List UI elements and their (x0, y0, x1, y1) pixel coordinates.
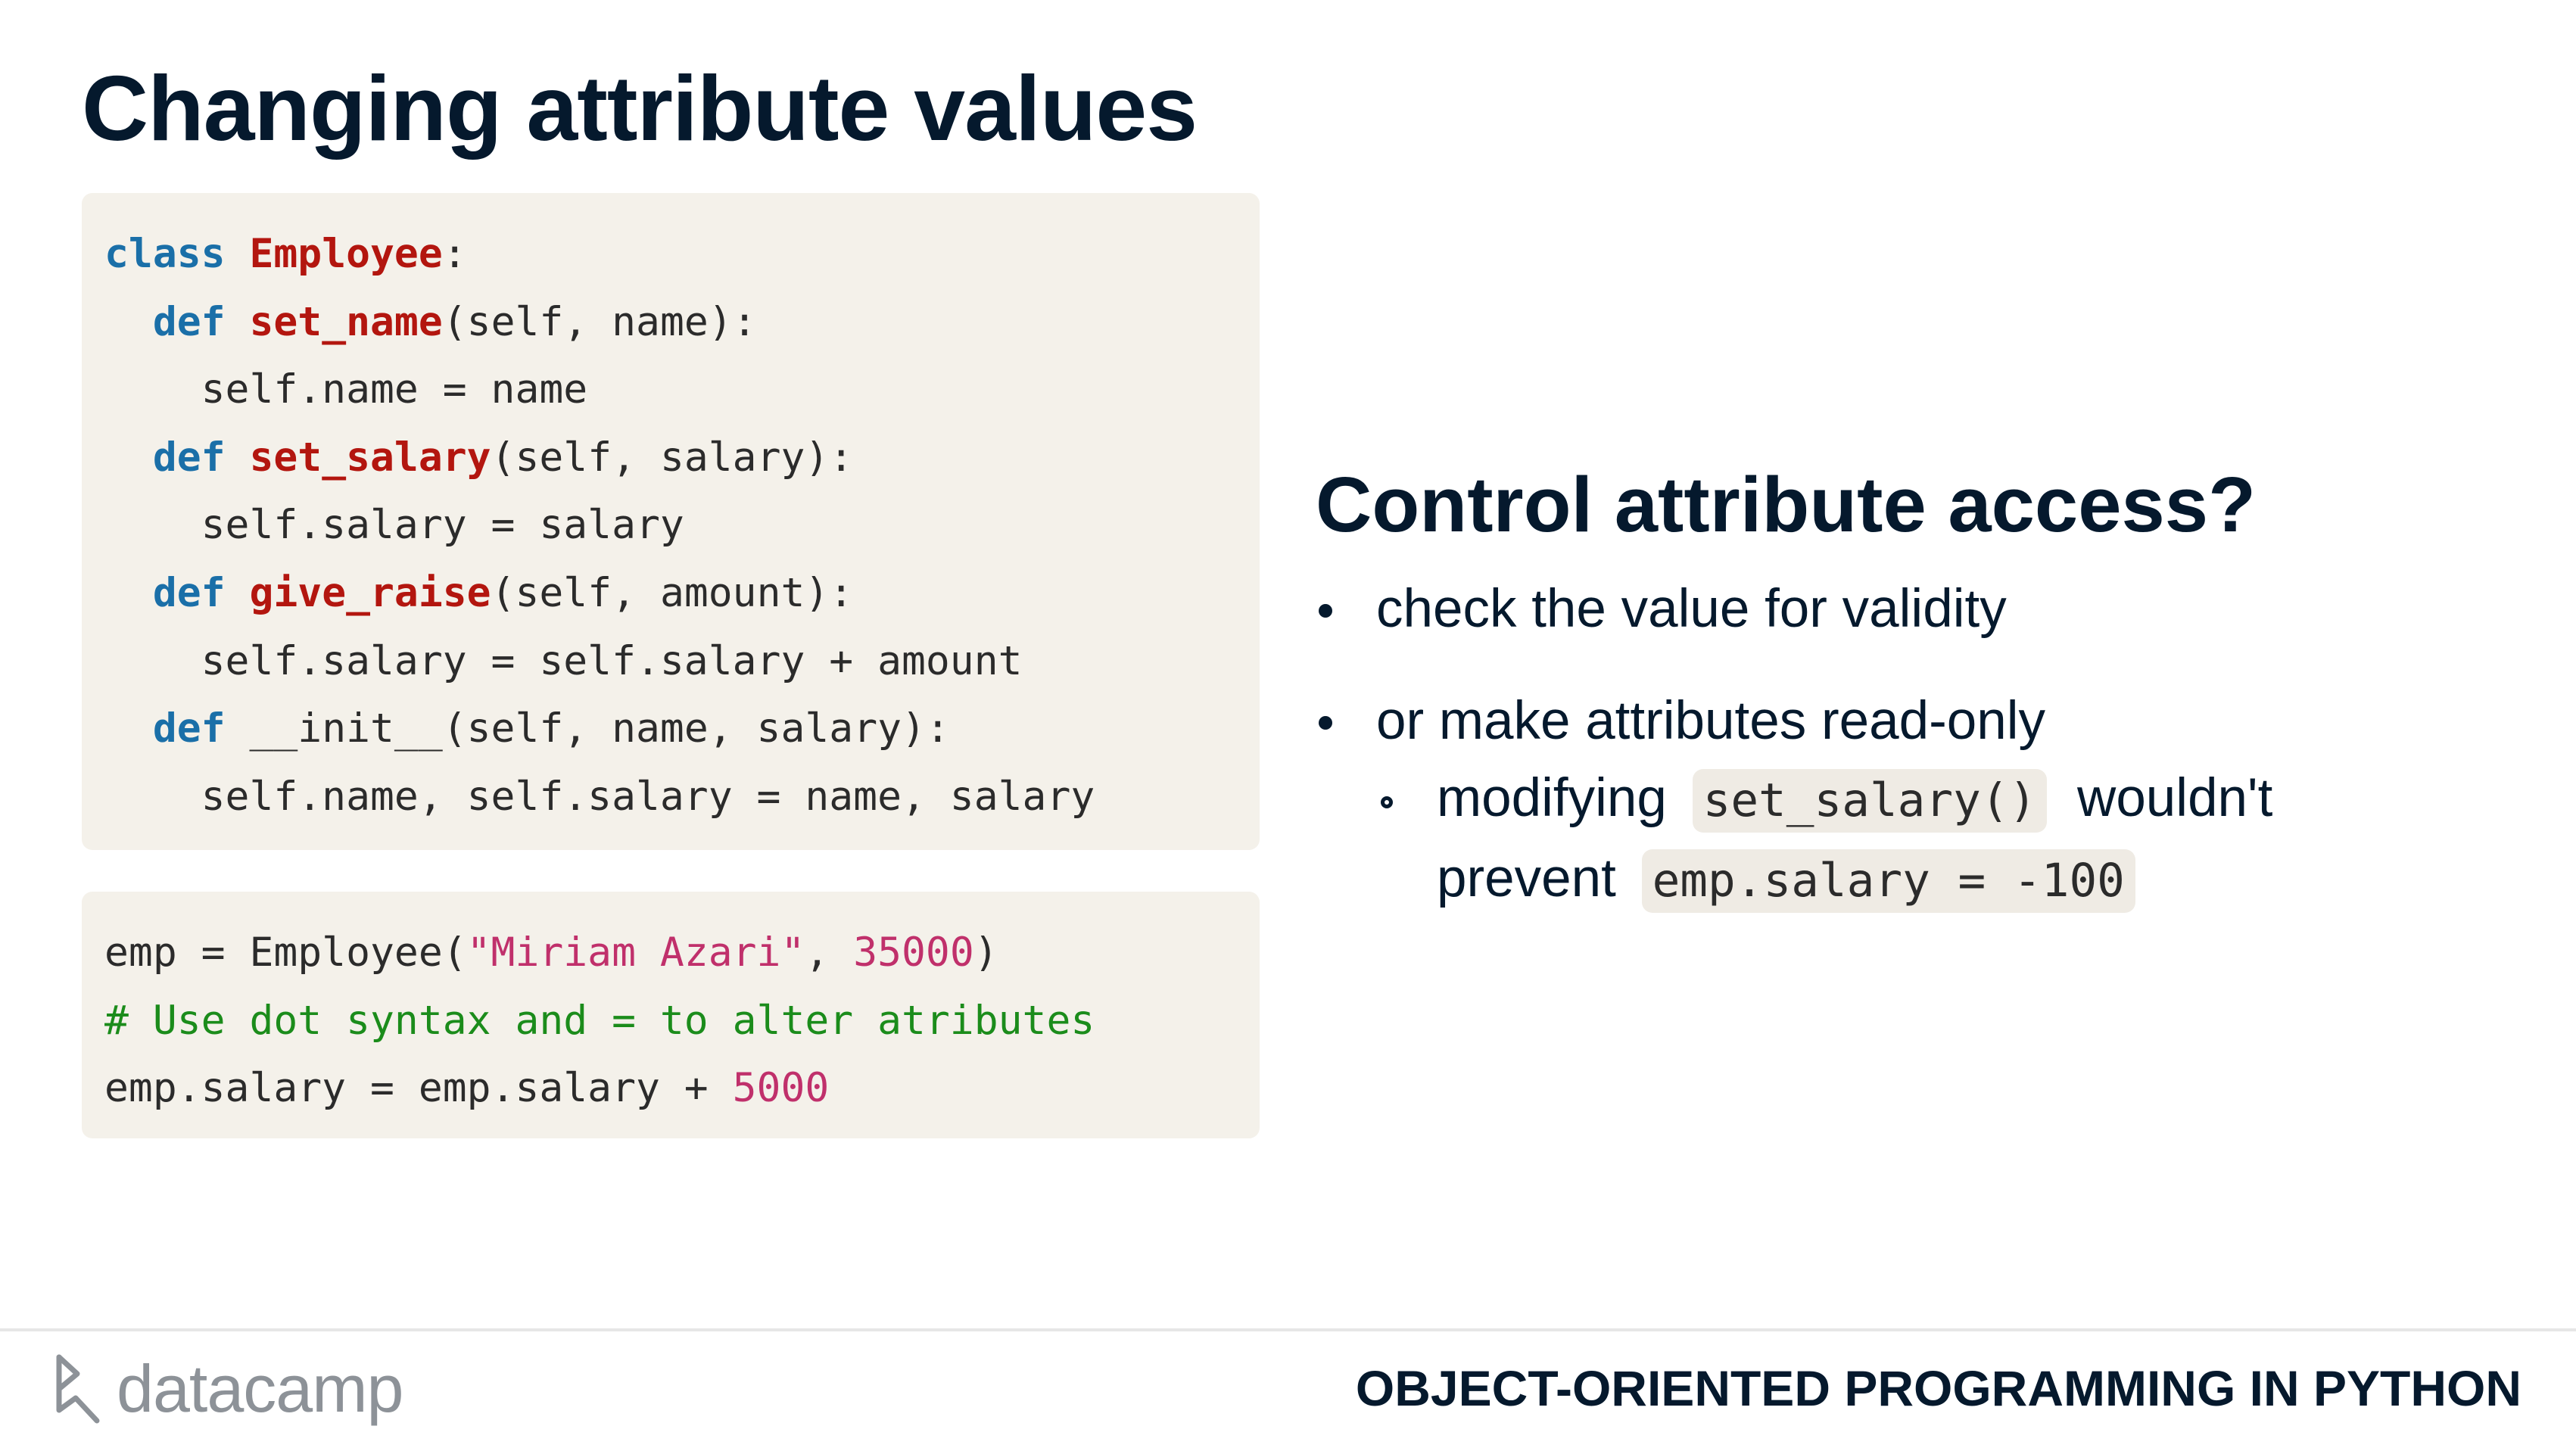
code-line: # Use dot syntax and = to alter atribute… (104, 987, 1260, 1055)
code-token: give_raise (249, 569, 491, 616)
code-line: self.name, self.salary = name, salary (104, 763, 1260, 831)
inline-code-emp-salary: emp.salary = -100 (1641, 849, 2135, 914)
code-token: : (442, 231, 467, 277)
code-line: def set_salary(self, salary): (104, 424, 1260, 492)
code-line: self.salary = self.salary + amount (104, 627, 1260, 696)
code-token: def (152, 434, 226, 481)
code-token: (self, amount): (491, 569, 854, 616)
code-token: (self, salary): (491, 434, 854, 481)
code-token: # Use dot syntax and = to alter atribute… (104, 997, 1095, 1044)
code-token: ) (973, 929, 998, 976)
code-token: set_name (249, 298, 443, 345)
code-token: set_salary (249, 434, 491, 481)
sub-bullet-text-prevent: prevent (1437, 848, 1616, 908)
sub-bullet-text-modifying: modifying (1437, 768, 1667, 828)
slide-title: Changing attribute values (82, 57, 1198, 160)
datacamp-logo-icon (56, 1354, 100, 1424)
code-token: 5000 (732, 1065, 830, 1112)
code-line: def give_raise(self, amount): (104, 559, 1260, 627)
bullet-marker (1319, 716, 1332, 730)
class-definition-code-block: class Employee: def set_name(self, name)… (82, 193, 1260, 850)
code-line: self.name = name (104, 356, 1260, 424)
footer-divider (0, 1328, 2576, 1331)
code-token: self.name = name (104, 366, 588, 413)
code-token: class (104, 231, 226, 277)
code-token: def (152, 569, 226, 616)
bullet-marker (1319, 604, 1332, 618)
code-token: 35000 (853, 929, 974, 976)
code-token: self.salary = salary (104, 502, 684, 549)
datacamp-logo: datacamp (53, 1347, 403, 1431)
sub-bullet-marker (1381, 796, 1393, 808)
code-line: self.salary = salary (104, 491, 1260, 559)
code-token: __init__(self, name, salary): (225, 705, 950, 752)
sub-bullet-line-2: prevent emp.salary = -100 (1437, 846, 2135, 914)
code-token: self.name, self.salary = name, salary (104, 773, 1095, 820)
sub-bullet-text-wouldnt: wouldn't (2077, 768, 2273, 828)
code-line: class Employee: (104, 220, 1260, 288)
code-line: emp = Employee("Miriam Azari", 35000) (104, 919, 1260, 987)
code-token: , (805, 929, 854, 976)
code-token: emp.salary = emp.salary + (104, 1065, 733, 1112)
usage-code-block: emp = Employee("Miriam Azari", 35000) # U… (82, 892, 1260, 1138)
bullet-validity: check the value for validity (1376, 579, 2007, 639)
course-title: OBJECT-ORIENTED PROGRAMMING IN PYTHON (1355, 1360, 2521, 1416)
datacamp-logo-text: datacamp (117, 1351, 403, 1426)
code-line: emp.salary = emp.salary + 5000 (104, 1054, 1260, 1123)
code-token: (self, name): (442, 298, 757, 345)
code-token: self.salary = self.salary + amount (104, 637, 1023, 684)
code-line: def __init__(self, name, salary): (104, 695, 1260, 763)
code-token: "Miriam Azari" (466, 929, 805, 976)
code-token: def (152, 705, 226, 752)
code-token: Employee (249, 231, 443, 277)
code-line: def set_name(self, name): (104, 288, 1260, 357)
code-token: emp = Employee( (104, 929, 467, 976)
sub-bullet-line-1: modifying set_salary() wouldn't (1437, 766, 2272, 833)
code-token: def (152, 298, 226, 345)
inline-code-set-salary: set_salary() (1692, 769, 2048, 833)
section-heading: Control attribute access? (1316, 461, 2256, 548)
bullet-read-only: or make attributes read-only (1376, 691, 2045, 751)
